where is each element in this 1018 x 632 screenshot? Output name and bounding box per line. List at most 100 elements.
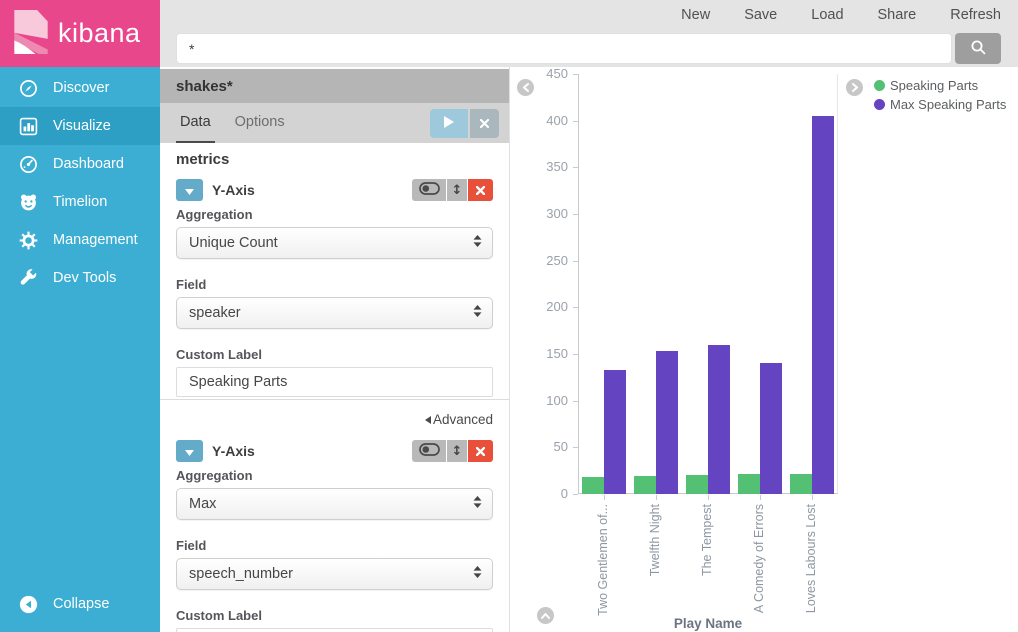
y-axis-tick-label: 50 [512,439,568,454]
aggregation-select-value: Unique Count [189,235,473,251]
sidebar-collapse-button[interactable]: Collapse [0,582,160,626]
chevron-up-icon [541,608,550,623]
legend-toggle-button[interactable] [846,79,863,96]
dashboard-icon [19,155,38,174]
sidebar-item-dev-tools[interactable]: Dev Tools [0,259,160,297]
legend-item[interactable]: Max Speaking Parts [874,97,1006,112]
index-pattern-name: shakes* [176,78,233,95]
sidebar-item-management[interactable]: Management [0,221,160,259]
search-icon [970,39,987,59]
sidebar-item-visualize[interactable]: Visualize [0,107,160,145]
aggregation-label: Aggregation [176,468,493,483]
y-axis-tick-label: 350 [512,159,568,174]
aggregation-select[interactable]: Unique Count [176,227,493,259]
up-down-arrow-icon: ↕ [452,183,463,198]
x-axis-tick-mark [812,495,813,500]
sidebar: kibana Discover Visualize Dashboard [0,0,160,632]
y-axis-tick-label: 100 [512,393,568,408]
y-axis-tick-label: 250 [512,253,568,268]
aggregation-select-value: Max [189,496,473,512]
sidebar-item-label: Dev Tools [53,270,116,286]
editor-tabbar: Data Options [160,103,509,143]
delete-agg-button[interactable] [468,440,493,462]
delete-agg-button[interactable] [468,179,493,201]
y-axis-tick-mark [573,447,578,448]
compass-icon [19,79,38,98]
chart-bar[interactable] [790,474,812,494]
sidebar-item-timelion[interactable]: Timelion [0,183,160,221]
field-select[interactable]: speaker [176,297,493,329]
x-axis-tick-mark [708,495,709,500]
tab-options[interactable]: Options [231,103,289,143]
search-button[interactable] [955,33,1001,64]
kibana-logo-icon [13,10,49,57]
close-icon [480,116,489,131]
agg-title: Y-Axis [212,182,255,198]
aggregation-select[interactable]: Max [176,488,493,520]
collapse-agg-button[interactable] [176,179,203,201]
chart-bar[interactable] [634,476,656,494]
custom-label-input[interactable] [176,628,493,632]
disable-agg-toggle[interactable] [412,440,446,462]
new-button[interactable]: New [681,7,710,23]
agg-controls: ↕ [412,440,493,462]
apply-changes-button[interactable] [430,109,468,138]
chart-bar[interactable] [812,116,834,494]
legend-item[interactable]: Speaking Parts [874,78,1006,93]
move-agg-button[interactable]: ↕ [447,179,467,201]
agg-header-1: Y-Axis ↕ [176,178,493,202]
refresh-button[interactable]: Refresh [950,7,1001,23]
collapse-arrow-icon [19,595,38,614]
delete-x-icon [476,444,485,459]
y-axis-tick-label: 450 [512,66,568,81]
legend-label: Speaking Parts [890,78,978,93]
kibana-logo[interactable]: kibana [0,0,160,67]
x-axis-tick-label: Twelfth Night [648,504,662,576]
content-row: shakes* Data Options [160,67,1018,632]
y-axis-tick-mark [573,307,578,308]
chart-bar[interactable] [708,345,730,494]
chart-bar[interactable] [604,370,626,494]
collapse-agg-button[interactable] [176,440,203,462]
chart-legend: Speaking Parts Max Speaking Parts [874,78,1006,112]
toggle-icon [419,182,440,198]
x-axis-tick-mark [760,495,761,500]
play-icon [444,116,454,131]
disable-agg-toggle[interactable] [412,179,446,201]
x-axis-tick-label: Loves Labours Lost [804,504,818,613]
sidebar-item-label: Timelion [53,194,107,210]
sidebar-item-label: Visualize [53,118,111,134]
search-input[interactable] [176,33,952,64]
advanced-toggle-link[interactable]: Advanced [425,412,493,427]
tab-data[interactable]: Data [176,103,215,143]
legend-dot [874,80,885,91]
y-axis-tick-mark [573,121,578,122]
field-select[interactable]: speech_number [176,558,493,590]
agg-title: Y-Axis [212,443,255,459]
save-button[interactable]: Save [744,7,777,23]
field-label: Field [176,538,493,553]
x-axis-tick-label: The Tempest [700,504,714,576]
share-button[interactable]: Share [878,7,917,23]
sidebar-nav: Discover Visualize Dashboard Timelion [0,67,160,582]
index-pattern-header: shakes* [160,67,509,103]
chart-bar[interactable] [656,351,678,494]
bar-chart-icon [19,117,38,136]
search-bar [160,30,1018,67]
chart-bar[interactable] [582,477,604,494]
chart-bar[interactable] [760,363,782,494]
chart-bar[interactable] [738,474,760,494]
load-button[interactable]: Load [811,7,843,23]
sidebar-item-discover[interactable]: Discover [0,69,160,107]
select-arrows-icon [473,305,482,321]
chart-bar[interactable] [686,475,708,494]
collapse-left-panel-button[interactable] [517,79,534,96]
vis-editor-panel: shakes* Data Options [160,67,510,632]
collapse-chart-button[interactable] [537,607,554,624]
sidebar-item-dashboard[interactable]: Dashboard [0,145,160,183]
timelion-icon [19,193,38,212]
move-agg-button[interactable]: ↕ [447,440,467,462]
y-axis-tick-label: 200 [512,299,568,314]
custom-label-input[interactable] [176,367,493,397]
discard-changes-button[interactable] [470,109,499,138]
